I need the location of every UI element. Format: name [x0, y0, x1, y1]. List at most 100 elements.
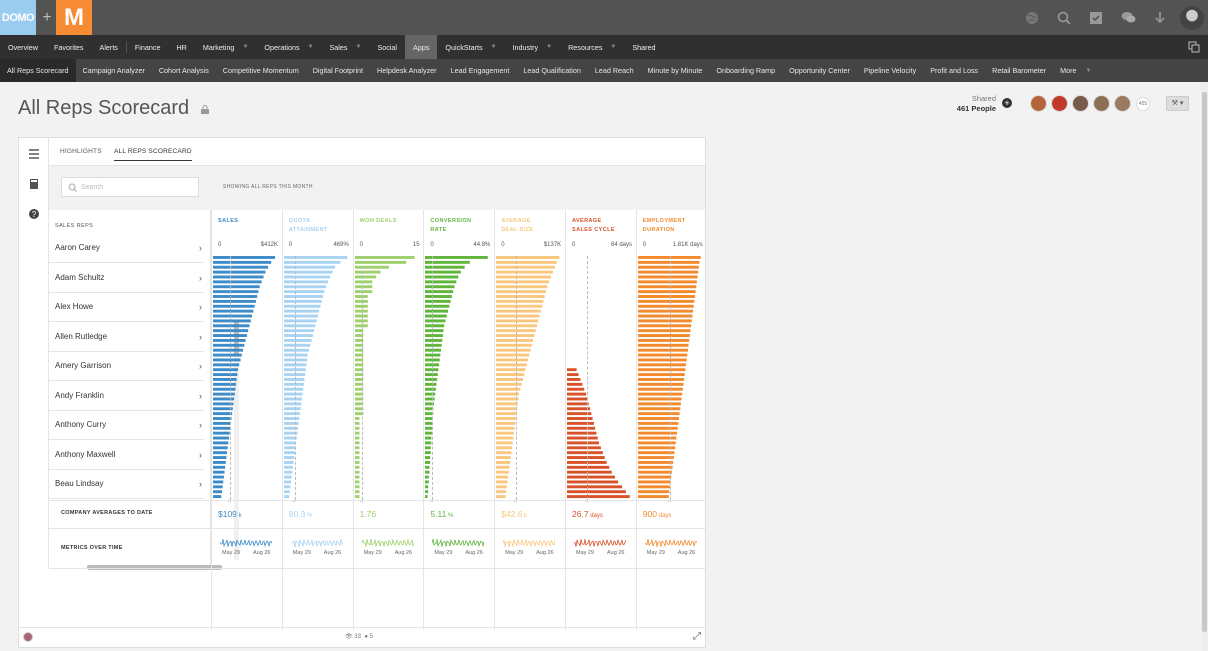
- metric-bar[interactable]: [567, 378, 581, 381]
- metric-bar[interactable]: [425, 485, 429, 489]
- metric-bar[interactable]: [354, 275, 376, 279]
- avatar[interactable]: [1072, 95, 1089, 112]
- metric-bar[interactable]: [637, 343, 689, 347]
- metric-bar[interactable]: [425, 465, 430, 469]
- metric-bar[interactable]: [496, 358, 529, 362]
- metric-bar[interactable]: [213, 465, 226, 469]
- metric-bar[interactable]: [496, 460, 511, 464]
- metric-bar[interactable]: [496, 451, 512, 455]
- metric-bar[interactable]: [637, 295, 695, 298]
- metric-bar[interactable]: [637, 270, 698, 274]
- calculator-icon[interactable]: [28, 178, 40, 190]
- metric-bar[interactable]: [567, 485, 623, 489]
- metric-bar[interactable]: [637, 470, 672, 474]
- metric-bar[interactable]: [283, 324, 316, 328]
- metric-bar[interactable]: [496, 290, 547, 294]
- metric-bar[interactable]: [283, 456, 295, 460]
- metric-bar[interactable]: [567, 470, 612, 474]
- metric-bar[interactable]: [213, 275, 264, 279]
- metric-bar[interactable]: [283, 285, 327, 289]
- nav-item-marketing[interactable]: Marketing ▼: [195, 35, 257, 59]
- metric-bar[interactable]: [567, 421, 594, 425]
- user-avatar[interactable]: [1180, 5, 1204, 30]
- metric-bar[interactable]: [425, 285, 455, 289]
- metric-bar[interactable]: [354, 490, 360, 494]
- metric-bar[interactable]: [637, 426, 678, 430]
- metric-bar[interactable]: [425, 431, 433, 435]
- avatar[interactable]: [1051, 95, 1068, 112]
- metric-bar[interactable]: [637, 324, 691, 328]
- metric-bar[interactable]: [567, 495, 630, 499]
- tasks-icon[interactable]: [1080, 0, 1112, 35]
- metric-bar[interactable]: [425, 470, 430, 474]
- app-logo[interactable]: M: [56, 0, 92, 35]
- metric-bar[interactable]: [213, 373, 238, 377]
- metric-bar[interactable]: [496, 407, 518, 411]
- metric-bar[interactable]: [637, 363, 686, 367]
- metric-bar[interactable]: [213, 460, 226, 464]
- metric-bar[interactable]: [283, 334, 313, 338]
- metric-bar[interactable]: [213, 490, 222, 494]
- metric-bar[interactable]: [496, 475, 509, 479]
- metric-bar[interactable]: [283, 343, 311, 347]
- metric-bar[interactable]: [283, 417, 300, 420]
- metric-bar[interactable]: [283, 256, 348, 259]
- metric-bar[interactable]: [213, 363, 240, 367]
- metric-bar[interactable]: [425, 304, 450, 308]
- subnav-item[interactable]: More: [1053, 59, 1083, 82]
- metric-bar[interactable]: [637, 358, 687, 362]
- subnav-item[interactable]: Opportunity Center: [782, 59, 857, 82]
- metric-bar[interactable]: [496, 343, 533, 347]
- metric-bar[interactable]: [354, 460, 360, 464]
- metric-bar[interactable]: [425, 265, 466, 269]
- metric-bar[interactable]: [496, 368, 526, 372]
- metric-bar[interactable]: [283, 495, 289, 499]
- metric-bar[interactable]: [354, 470, 360, 474]
- metric-bar[interactable]: [637, 480, 671, 484]
- metric-bar[interactable]: [637, 460, 673, 464]
- metric-bar[interactable]: [213, 304, 255, 308]
- metric-bar[interactable]: [496, 309, 541, 313]
- metric-bar[interactable]: [283, 451, 295, 455]
- metric-bar[interactable]: [354, 319, 368, 323]
- nav-item-industry[interactable]: Industry ▼: [505, 35, 561, 59]
- metric-bar[interactable]: [354, 456, 360, 460]
- metric-bar[interactable]: [283, 275, 330, 279]
- metric-bar[interactable]: [213, 470, 225, 474]
- rep-row[interactable]: Beau Lindsay ›: [49, 470, 204, 499]
- metric-bar[interactable]: [637, 417, 679, 420]
- metric-bar[interactable]: [354, 480, 360, 484]
- metric-bar[interactable]: [283, 319, 317, 323]
- metric-bar[interactable]: [637, 329, 691, 333]
- rep-row[interactable]: Alex Howe ›: [49, 293, 204, 322]
- metric-bar[interactable]: [425, 343, 443, 347]
- subnav-item[interactable]: All Reps Scorecard: [0, 59, 76, 82]
- metric-bar[interactable]: [496, 495, 506, 499]
- metric-bar[interactable]: [637, 348, 688, 352]
- metric-bar[interactable]: [496, 265, 556, 269]
- tab-highlights[interactable]: HIGHLIGHTS: [60, 148, 102, 155]
- metric-bar[interactable]: [213, 426, 231, 430]
- metric-bar[interactable]: [567, 373, 579, 377]
- metric-bar[interactable]: [283, 280, 328, 284]
- rep-row[interactable]: Allen Rutledge ›: [49, 323, 204, 352]
- metric-bar[interactable]: [425, 426, 433, 430]
- metric-bar[interactable]: [425, 495, 428, 499]
- metric-sparkline[interactable]: [432, 538, 485, 548]
- nav-item-resources[interactable]: Resources ▼: [560, 35, 624, 59]
- metric-bar[interactable]: [425, 441, 432, 445]
- metric-sparkline[interactable]: [644, 538, 697, 548]
- metric-bar[interactable]: [496, 465, 510, 469]
- metric-bar[interactable]: [496, 480, 508, 484]
- metric-bar[interactable]: [567, 397, 588, 401]
- metric-bar[interactable]: [637, 456, 674, 460]
- nav-item-sales[interactable]: Sales ▼: [322, 35, 370, 59]
- metric-bar[interactable]: [496, 426, 515, 430]
- metric-bar[interactable]: [354, 446, 360, 450]
- metric-bar[interactable]: [213, 256, 276, 259]
- metric-bar[interactable]: [283, 426, 298, 430]
- metric-bar[interactable]: [496, 421, 516, 425]
- metric-bar[interactable]: [283, 460, 294, 464]
- metric-bar[interactable]: [213, 451, 228, 455]
- metric-bar[interactable]: [354, 265, 389, 269]
